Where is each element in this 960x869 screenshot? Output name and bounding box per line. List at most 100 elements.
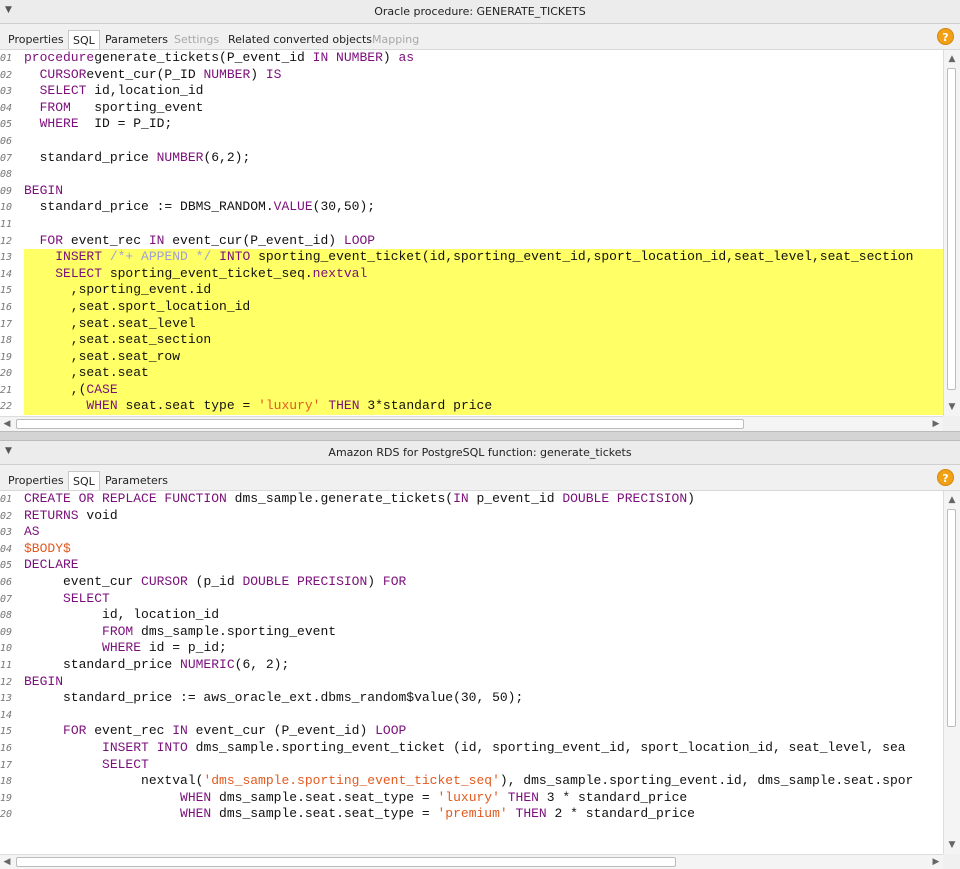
oracle-panel-titlebar[interactable]: ▼ Oracle procedure: GENERATE_TICKETS bbox=[0, 0, 960, 24]
tab-parameters[interactable]: Parameters bbox=[101, 30, 172, 49]
code-line[interactable]: 01 proceduregenerate_tickets(P_event_id I… bbox=[0, 50, 943, 67]
code-line[interactable]: 13 INSERT /*+ APPEND */ INTO sporting_ev… bbox=[0, 249, 943, 266]
tab-sql[interactable]: SQL bbox=[68, 30, 100, 49]
scroll-up-icon[interactable]: ▲ bbox=[944, 493, 960, 507]
sql-keyword: WHEN bbox=[180, 806, 212, 822]
tab-properties[interactable]: Properties bbox=[4, 30, 68, 49]
postgresql-sql-editor[interactable]: 01 CREATE OR REPLACE FUNCTION dms_sample.… bbox=[0, 491, 943, 854]
code-line[interactable]: 05 WHERE ID = P_ID; bbox=[0, 116, 943, 133]
code-line[interactable]: 10 standard_price := DBMS_RANDOM.VALUE(3… bbox=[0, 199, 943, 216]
code-text: SELECT bbox=[24, 757, 149, 772]
tab-sql[interactable]: SQL bbox=[68, 471, 100, 490]
code-token: sporting_event_ticket(id,sporting_event_… bbox=[250, 249, 914, 265]
code-line[interactable]: 18 ,seat.seat_section bbox=[0, 332, 943, 349]
sql-keyword: SELECT bbox=[39, 83, 87, 99]
string-literal: 'luxury' bbox=[258, 398, 321, 414]
scroll-right-icon[interactable]: ▶ bbox=[929, 855, 943, 869]
code-line[interactable]: 12 FOR event_rec IN event_cur(P_event_id… bbox=[0, 233, 943, 250]
oracle-vertical-scrollbar[interactable]: ▲ ▼ bbox=[943, 50, 960, 416]
code-line[interactable]: 13 standard_price := aws_oracle_ext.dbms… bbox=[0, 690, 943, 707]
sql-keyword: THEN bbox=[515, 806, 547, 822]
sql-keyword: DECLARE bbox=[24, 557, 79, 573]
sql-keyword: WHEN bbox=[86, 398, 118, 414]
code-token: dms_sample.sporting_event_ticket (id, sp… bbox=[187, 739, 906, 755]
code-line[interactable]: 15 ,sporting_event.id bbox=[0, 282, 943, 299]
code-line[interactable]: 06 event_cur CURSOR (p_id DOUBLE PRECISI… bbox=[0, 574, 943, 591]
code-line[interactable]: 03 SELECT id,location_id bbox=[0, 83, 943, 100]
sql-keyword: SELECT bbox=[102, 756, 149, 772]
oracle-horizontal-scrollbar[interactable]: ◀ ▶ bbox=[0, 416, 943, 431]
code-token: ), dms_sample.sporting_event.id, dms_sam… bbox=[499, 773, 914, 789]
code-line[interactable]: 18 nextval('dms_sample.sporting_event_ti… bbox=[0, 773, 943, 790]
panel-splitter[interactable] bbox=[0, 431, 960, 441]
horizontal-scroll-thumb[interactable] bbox=[16, 419, 744, 429]
code-line[interactable]: 02 RETURNS void bbox=[0, 508, 943, 525]
code-line[interactable]: 12 BEGIN bbox=[0, 674, 943, 691]
code-line[interactable]: 19 ,seat.seat_row bbox=[0, 348, 943, 366]
line-number: 11 bbox=[0, 218, 13, 230]
horizontal-scroll-thumb[interactable] bbox=[16, 857, 676, 867]
code-line[interactable]: 17 SELECT bbox=[0, 757, 943, 774]
sql-keyword: CURSOR bbox=[39, 66, 87, 82]
code-line[interactable]: 08 id, location_id bbox=[0, 607, 943, 624]
scroll-left-icon[interactable]: ◀ bbox=[0, 855, 14, 869]
tab-parameters[interactable]: Parameters bbox=[101, 471, 172, 490]
line-number: 21 bbox=[0, 384, 13, 396]
code-line[interactable]: 04 $BODY$ bbox=[0, 541, 943, 558]
code-line[interactable]: 03 AS bbox=[0, 524, 943, 541]
line-number: 02 bbox=[0, 510, 13, 522]
code-line[interactable]: 09 BEGIN bbox=[0, 183, 943, 200]
code-line[interactable]: 01 CREATE OR REPLACE FUNCTION dms_sample.… bbox=[0, 491, 943, 508]
line-number: 16 bbox=[0, 301, 13, 313]
scroll-right-icon[interactable]: ▶ bbox=[929, 417, 943, 431]
sql-keyword: INTO bbox=[219, 249, 251, 265]
code-line[interactable]: 19 WHEN dms_sample.seat.seat_type = 'lux… bbox=[0, 790, 943, 807]
code-line[interactable]: 14 SELECT sporting_event_ticket_seq.next… bbox=[0, 265, 943, 283]
line-number: 04 bbox=[0, 102, 13, 114]
code-line[interactable]: 20 WHEN dms_sample.seat.seat_type = 'pre… bbox=[0, 806, 943, 823]
code-line[interactable]: 11 bbox=[0, 216, 943, 233]
sql-keyword: CURSOR bbox=[141, 573, 188, 589]
line-number: 13 bbox=[0, 252, 13, 264]
code-line[interactable]: 08 bbox=[0, 166, 943, 183]
code-line[interactable]: 06 bbox=[0, 133, 943, 150]
code-line[interactable]: 07 SELECT bbox=[0, 591, 943, 608]
scroll-up-icon[interactable]: ▲ bbox=[944, 52, 960, 66]
code-line[interactable]: 15 FOR event_rec IN event_cur (P_event_i… bbox=[0, 723, 943, 740]
vertical-scroll-thumb[interactable] bbox=[947, 509, 956, 727]
help-icon[interactable]: ? bbox=[937, 469, 954, 486]
code-line[interactable]: 02 CURSORevent_cur(P_ID NUMBER) IS bbox=[0, 67, 943, 84]
code-line[interactable]: 20 ,seat.seat bbox=[0, 365, 943, 382]
tab-properties[interactable]: Properties bbox=[4, 471, 68, 490]
scroll-down-icon[interactable]: ▼ bbox=[944, 838, 960, 852]
scroll-down-icon[interactable]: ▼ bbox=[944, 400, 960, 414]
code-line[interactable]: 07 standard_price NUMBER(6,2); bbox=[0, 150, 943, 167]
code-line[interactable]: 10 WHERE id = p_id; bbox=[0, 640, 943, 657]
code-line[interactable]: 21 ,(CASE bbox=[0, 381, 943, 399]
code-line[interactable]: 16 INSERT INTO dms_sample.sporting_event… bbox=[0, 740, 943, 757]
tab-related-converted-objects[interactable]: Related converted objects bbox=[224, 30, 376, 49]
postgresql-vertical-scrollbar[interactable]: ▲ ▼ bbox=[943, 491, 960, 854]
postgresql-panel-titlebar[interactable]: ▼ Amazon RDS for PostgreSQL function: ge… bbox=[0, 441, 960, 465]
code-line[interactable]: 16 ,seat.sport_location_id bbox=[0, 298, 943, 316]
code-line[interactable]: 11 standard_price NUMERIC(6, 2); bbox=[0, 657, 943, 674]
code-line[interactable]: 22 WHEN seat.seat type = 'luxury' THEN 3… bbox=[0, 398, 943, 415]
code-token: event_rec bbox=[63, 232, 149, 248]
sql-keyword: WHEN bbox=[180, 789, 212, 805]
postgresql-horizontal-scrollbar[interactable]: ◀ ▶ bbox=[0, 854, 943, 869]
code-line[interactable]: 04 FROM sporting_event bbox=[0, 100, 943, 117]
code-line[interactable]: 09 FROM dms_sample.sporting_event bbox=[0, 624, 943, 641]
oracle-sql-editor[interactable]: 01 proceduregenerate_tickets(P_event_id I… bbox=[0, 50, 943, 416]
code-token: 3 * standard_price bbox=[538, 789, 688, 805]
code-line[interactable]: 14 bbox=[0, 707, 943, 724]
code-token: sporting_event bbox=[70, 99, 204, 115]
code-line[interactable]: 17 ,seat.seat_level bbox=[0, 315, 943, 333]
scroll-left-icon[interactable]: ◀ bbox=[0, 417, 14, 431]
code-line[interactable]: 05 DECLARE bbox=[0, 557, 943, 574]
vertical-scroll-thumb[interactable] bbox=[947, 68, 956, 390]
help-icon[interactable]: ? bbox=[937, 28, 954, 45]
